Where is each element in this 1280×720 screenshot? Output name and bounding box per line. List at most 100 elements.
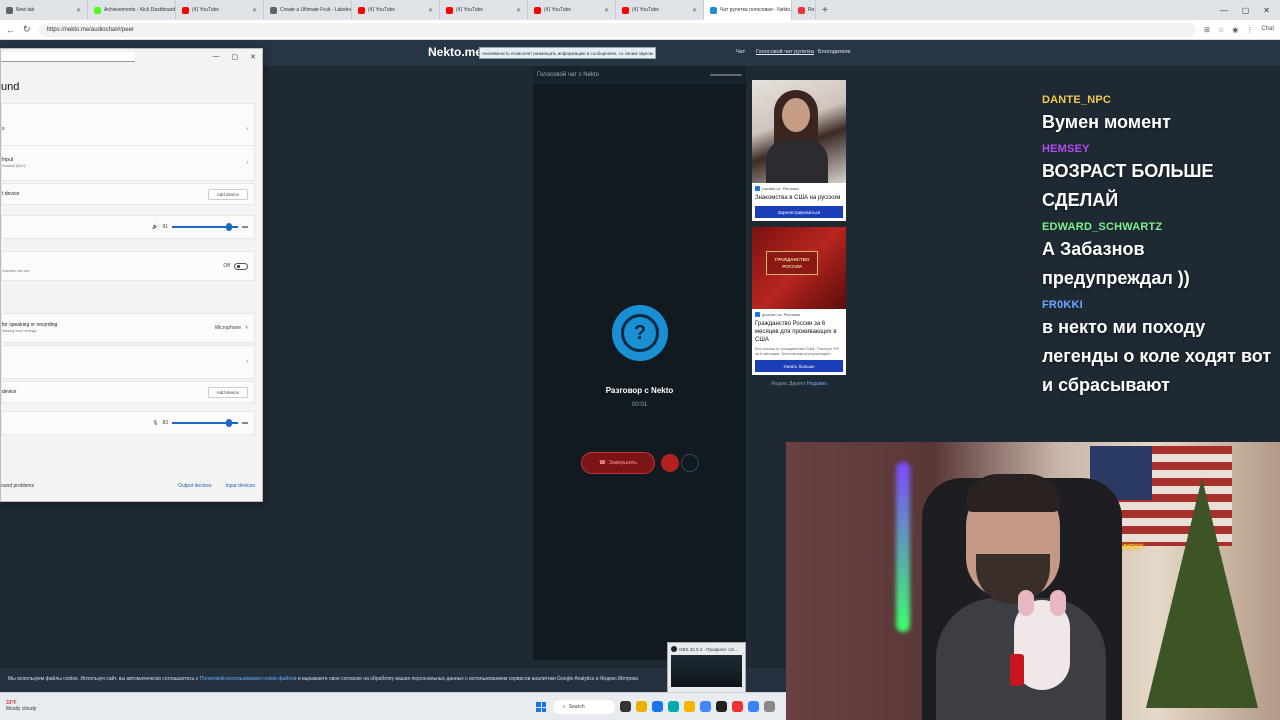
browser-tab[interactable]: Ro✕ <box>792 0 816 20</box>
new-tab-button[interactable]: + <box>816 0 834 20</box>
output-volume-slider[interactable] <box>172 223 238 231</box>
weather-widget[interactable]: 33°F Mostly cloudy <box>6 700 36 712</box>
ad-source-icon <box>755 312 760 317</box>
obs-thumbnail <box>671 655 742 687</box>
obs-title: OBS 32.0.4 - Профили: Un... <box>679 646 738 652</box>
nav-link-voice-chat[interactable]: Голосовой чат рулетка <box>756 49 814 55</box>
ad-footer: Яндекс Директ Недавно <box>752 381 846 387</box>
tab-close-icon[interactable]: ✕ <box>692 7 697 14</box>
conversation-timer: 00:01 <box>631 402 647 408</box>
passport-text: ГРАЖДАНСТВО РОССИИ <box>766 251 818 275</box>
row-label: t device <box>2 191 20 197</box>
christmas-tree <box>1146 478 1258 708</box>
output-devices-link[interactable]: Output devices <box>178 483 211 489</box>
reload-icon[interactable]: ↻ <box>23 24 31 35</box>
browser-tab[interactable]: (4) YouTube ✕ <box>528 0 616 20</box>
browser-tab[interactable]: (4) YouTube ✕ <box>176 0 264 20</box>
tab-favicon-icon <box>94 6 101 14</box>
browser-tab[interactable]: Чат рулетка голосовая - Nekto.me✕ <box>704 0 792 20</box>
ad-description: Без отказа от гражданства США. Паспорт Р… <box>755 346 840 356</box>
input-device-detail-row[interactable]: › <box>1 345 255 379</box>
settings-search-input[interactable] <box>1 52 135 62</box>
chat-text: в некто ми походу легенды о коле ходят в… <box>1042 317 1272 395</box>
browser-tab[interactable]: New tab ✕ <box>0 0 88 20</box>
rgb-light <box>896 462 910 632</box>
nav-link-donors[interactable]: Блогодатели <box>818 49 850 55</box>
browser-tab[interactable]: (4) YouTube ✕ <box>616 0 704 20</box>
chat-text: А Забазнов предупреждал )) <box>1042 239 1190 288</box>
tab-close-icon[interactable]: ✕ <box>252 7 257 14</box>
close-icon[interactable]: ✕ <box>1263 6 1270 15</box>
tab-close-icon[interactable]: ✕ <box>76 7 81 14</box>
taskbar-search[interactable]: ⌕ Search <box>553 700 615 714</box>
obs-icon <box>671 646 677 652</box>
tab-label: (4) YouTube <box>632 7 660 13</box>
voice-chat-panel: Голосовой чат с Nekto ? Разговор с Nekto… <box>533 66 746 660</box>
app-icon[interactable] <box>748 701 759 712</box>
ad-footer-link[interactable]: Недавно <box>807 381 827 387</box>
store-icon[interactable] <box>668 701 679 712</box>
back-icon[interactable]: ← <box>6 25 15 35</box>
add-output-device-button[interactable]: Add device <box>207 188 248 200</box>
ad-card-dating[interactable]: rusdate.us Реклама Знакомства в США на ру… <box>752 80 846 221</box>
profile-icon[interactable]: ◉ <box>1232 26 1238 34</box>
input-devices-link[interactable]: Input devices <box>226 483 255 489</box>
end-call-button[interactable]: ☎ Завершить <box>581 452 655 474</box>
chat-message: HEMSEY ВОЗРАСТ БОЛЬШЕ СДЕЛАЙ <box>1042 143 1274 215</box>
ad-source: grazdan.us <box>762 312 782 317</box>
task-view-icon[interactable] <box>620 701 631 712</box>
minimize-icon[interactable]: — <box>213 53 220 61</box>
menu-icon[interactable]: ⋮ <box>1246 26 1253 34</box>
folder-icon[interactable] <box>684 701 695 712</box>
browser-tab[interactable]: (4) YouTube ✕ <box>440 0 528 20</box>
ad-title: Знакомства в США на русском <box>755 195 841 201</box>
volume-slider[interactable] <box>710 74 742 76</box>
minimize-icon[interactable]: — <box>1220 6 1228 15</box>
start-icon[interactable] <box>536 702 546 712</box>
add-input-device-button[interactable]: Add device <box>207 386 248 398</box>
chrome-icon[interactable] <box>700 701 711 712</box>
ad-learn-more-button[interactable]: Узнать больше <box>755 360 843 372</box>
chat-message: EDWARD_SCHWARTZ А Забазнов предупреждал )… <box>1042 221 1274 293</box>
red-app-icon[interactable] <box>732 701 743 712</box>
input-volume-slider[interactable] <box>172 419 238 427</box>
browser-tab[interactable]: Create a Ultimate Fruit - Labeled✕ <box>264 0 352 20</box>
url-field[interactable]: https://nekto.me/audiochat#/peer <box>38 22 1197 37</box>
input-dropdown-value: Microphone <box>214 325 242 331</box>
ad-register-button[interactable]: Зарегистрироваться <box>755 206 843 218</box>
cookie-policy-link[interactable]: Политикой использования cookie-файлов <box>200 676 297 682</box>
maximize-icon[interactable]: ▢ <box>232 53 239 61</box>
tab-favicon-icon <box>710 6 717 14</box>
tab-close-icon[interactable]: ✕ <box>604 7 609 14</box>
obs-app-icon[interactable] <box>716 701 727 712</box>
maximize-icon[interactable]: ▢ <box>1242 6 1250 15</box>
settings-icon[interactable] <box>764 701 775 712</box>
mono-audio-toggle[interactable] <box>234 262 248 270</box>
tab-favicon-icon <box>270 6 277 14</box>
troubleshoot-link[interactable]: ound problems <box>1 483 34 489</box>
input-choose-row[interactable]: for speaking or recording Hearing more se… <box>1 313 255 343</box>
mic-button[interactable] <box>661 454 679 472</box>
tab-close-icon[interactable]: ✕ <box>516 7 521 14</box>
browser-tab[interactable]: Achievements - Kick Dashboard✕ <box>88 0 176 20</box>
ad-card-citizenship[interactable]: ГРАЖДАНСТВО РОССИИ grazdan.us Реклама Гра… <box>752 227 846 375</box>
file-explorer-icon[interactable] <box>636 701 647 712</box>
obs-taskbar-preview[interactable]: OBS 32.0.4 - Профили: Un... <box>667 642 746 694</box>
bookmark-icon[interactable]: ☆ <box>1218 26 1224 34</box>
search-icon: ⌕ <box>563 704 566 710</box>
browser-tab[interactable]: (4) YouTube ✕ <box>352 0 440 20</box>
site-logo[interactable]: Nekto.me <box>428 45 482 59</box>
tab-label: Ro <box>808 7 815 13</box>
chat-message: FR0KKI в некто ми походу легенды о коле х… <box>1042 299 1274 400</box>
edge-icon[interactable] <box>652 701 663 712</box>
microphone-icon: 🎙 <box>152 420 159 426</box>
close-icon[interactable]: ✕ <box>250 53 256 61</box>
nav-link-chat[interactable]: Чат <box>736 49 745 55</box>
upload-button[interactable] <box>681 454 699 472</box>
chat-button[interactable]: Chat <box>1261 26 1274 34</box>
tab-close-icon[interactable]: ✕ <box>428 7 433 14</box>
input-device-row[interactable]: Input Headset (B&O) › <box>1 145 255 181</box>
windows-taskbar: 33°F Mostly cloudy ⌕ Search <box>0 692 786 720</box>
row-label: channels into one <box>2 269 30 273</box>
extensions-icon[interactable]: ⊞ <box>1204 26 1210 34</box>
